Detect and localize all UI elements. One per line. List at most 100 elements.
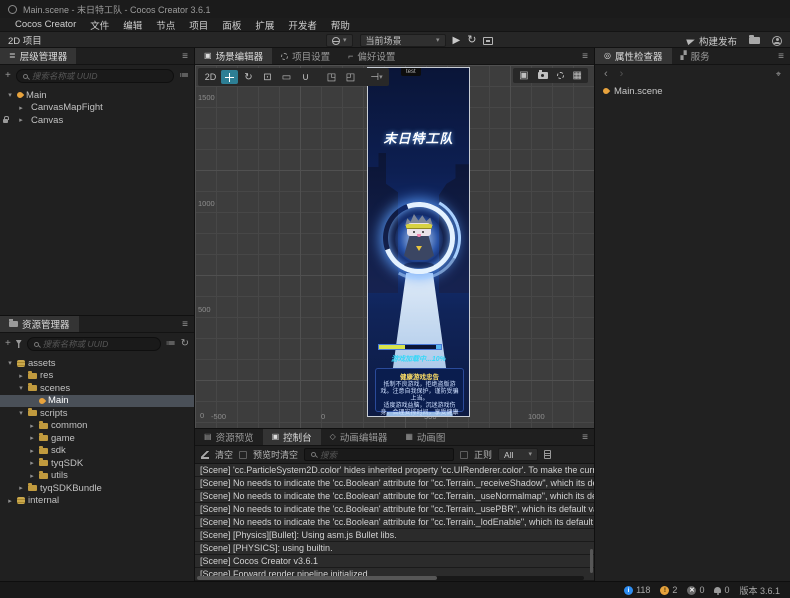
horizontal-scrollbar[interactable] [197,576,584,580]
menu-item[interactable]: Cocos Creator [8,19,83,30]
tree-arrow-icon[interactable] [28,434,36,442]
log-row[interactable]: [Scene] [PHYSICS]: using builtin. [195,542,594,555]
asset-node[interactable]: game [0,432,194,445]
asset-node[interactable]: common [0,420,194,433]
menu-item[interactable]: 面板 [215,18,248,32]
rotate-tool-button[interactable]: ↻ [240,70,257,84]
clear-console-icon[interactable] [201,451,209,459]
console-search[interactable] [304,448,454,461]
asset-node[interactable]: tyqSDK [0,457,194,470]
tab-assets[interactable]: 资源管理器 [0,316,79,332]
console-panel-tab[interactable]: 动画编辑器 [321,429,397,445]
pin-icon[interactable]: ⌖ [776,69,781,80]
tab-hierarchy[interactable]: 层级管理器 [0,48,76,64]
build-publish-button[interactable]: 构建发布 [687,34,737,48]
scrollbar-thumb[interactable] [197,576,437,580]
panel-menu-icon[interactable]: ≡ [582,432,588,443]
asset-node[interactable]: scenes [0,382,194,395]
2d-3d-toggle[interactable]: 2D [202,70,219,84]
log-row[interactable]: [Scene] No needs to indicate the 'cc.Boo… [195,516,594,529]
nav-back-button[interactable]: ‹ [604,69,608,80]
menu-item[interactable]: 文件 [83,18,116,32]
inspector-tab[interactable]: 服务 [672,48,719,64]
rect-tool-button[interactable]: ▭ [278,70,295,84]
inspector-tab[interactable]: 属性检查器 [595,48,672,64]
assets-list-options-icon[interactable]: ≔ [166,339,176,349]
tree-arrow-icon[interactable] [28,472,36,480]
hierarchy-node[interactable]: Main [0,89,194,102]
scene-select[interactable]: 当前场景 ▾ [360,34,446,47]
regex-checkbox[interactable] [460,451,468,459]
platform-select[interactable]: ▾ [326,34,353,47]
log-row[interactable]: [Scene] Cocos Creator v3.6.1 [195,555,594,568]
panel-menu-icon[interactable]: ≡ [182,51,188,62]
log-level-filter[interactable]: All ▾ [498,448,538,461]
hierarchy-list-options-icon[interactable]: ≔ [179,71,189,81]
notification-badge[interactable]: 0 [714,585,729,595]
panel-menu-icon[interactable]: ≡ [582,51,588,62]
filter-icon[interactable] [16,340,22,348]
clear-on-preview-checkbox[interactable] [239,451,247,459]
coordinate-toggle-button[interactable]: ◰ [342,70,359,84]
inspected-item[interactable]: Main.scene [595,83,790,99]
panel-menu-icon[interactable]: ≡ [778,51,784,62]
gear-icon[interactable] [557,72,564,79]
transform-tool-button[interactable]: ∪ [297,70,314,84]
scene-editor-tab[interactable]: 项目设置 [272,48,339,64]
menu-item[interactable]: 扩展 [248,18,281,32]
asset-node[interactable]: sdk [0,445,194,458]
tree-arrow-icon[interactable] [17,409,25,417]
console-panel-tab[interactable]: 资源预览 [195,429,263,445]
add-node-button[interactable]: + [5,71,11,81]
export-log-icon[interactable] [544,450,551,459]
clear-console-label[interactable]: 清空 [215,448,233,461]
tree-arrow-icon[interactable] [17,104,25,112]
tree-arrow-icon[interactable] [28,397,36,405]
console-panel-tab[interactable]: 动画图 [396,429,454,445]
scene-editor-tab[interactable]: 偏好设置 [339,48,404,64]
asset-node[interactable]: tyqSDKBundle [0,482,194,495]
menu-item[interactable]: 开发者 [281,18,324,32]
console-panel-tab[interactable]: 控制台 [263,429,321,445]
refresh-button[interactable]: ↻ [467,35,476,46]
hierarchy-node[interactable]: CanvasMapFight [0,102,194,115]
tree-arrow-icon[interactable] [28,459,36,467]
scene-editor-tab[interactable]: 场景编辑器 [195,48,272,64]
asset-node[interactable]: assets [0,357,194,370]
scene-viewport[interactable]: 2D ↻ ⊡ ▭ ∪ ◳ ◰ ⊣ ▾ ▣ [195,65,594,428]
refresh-assets-icon[interactable]: ↻ [181,339,189,349]
tree-arrow-icon[interactable] [6,359,14,367]
log-row[interactable]: [Scene] 'cc.ParticleSystem2D.color' hide… [195,464,594,477]
log-row[interactable]: [Scene] [Physics][Bullet]: Using asm.js … [195,529,594,542]
warning-count-badge[interactable]: ! 2 [660,585,677,595]
menu-item[interactable]: 节点 [149,18,182,32]
hierarchy-node[interactable]: Canvas [0,114,194,127]
asset-node[interactable]: internal [0,495,194,508]
game-preview-canvas[interactable]: test 末日特工队 [367,67,470,417]
menu-item[interactable]: 项目 [182,18,215,32]
log-row[interactable]: [Scene] No needs to indicate the 'cc.Boo… [195,477,594,490]
console-search-input[interactable] [320,450,447,460]
grid-toggle-button[interactable]: ▦ [573,70,582,81]
panel-menu-icon[interactable]: ≡ [182,319,188,330]
tree-arrow-icon[interactable] [6,91,14,99]
asset-node[interactable]: res [0,370,194,383]
assets-search[interactable] [27,337,161,351]
preview-device-button[interactable] [483,37,493,45]
play-button[interactable]: ▶ [453,36,461,46]
tree-arrow-icon[interactable] [17,372,25,380]
nav-forward-button[interactable]: › [620,69,624,80]
pivot-toggle-button[interactable]: ◳ [323,70,340,84]
assets-search-input[interactable] [43,339,154,349]
vertical-scrollbar-thumb[interactable] [590,549,593,573]
camera-icon[interactable] [538,72,548,79]
asset-node[interactable]: utils [0,470,194,483]
hierarchy-search-input[interactable] [32,71,167,81]
tree-arrow-icon[interactable] [28,422,36,430]
log-row[interactable]: [Scene] No needs to indicate the 'cc.Boo… [195,503,594,516]
hierarchy-search[interactable] [16,69,174,83]
asset-node[interactable]: scripts [0,407,194,420]
open-project-folder-button[interactable] [749,37,760,44]
asset-node[interactable]: Main [0,395,194,408]
menu-item[interactable]: 编辑 [116,18,149,32]
